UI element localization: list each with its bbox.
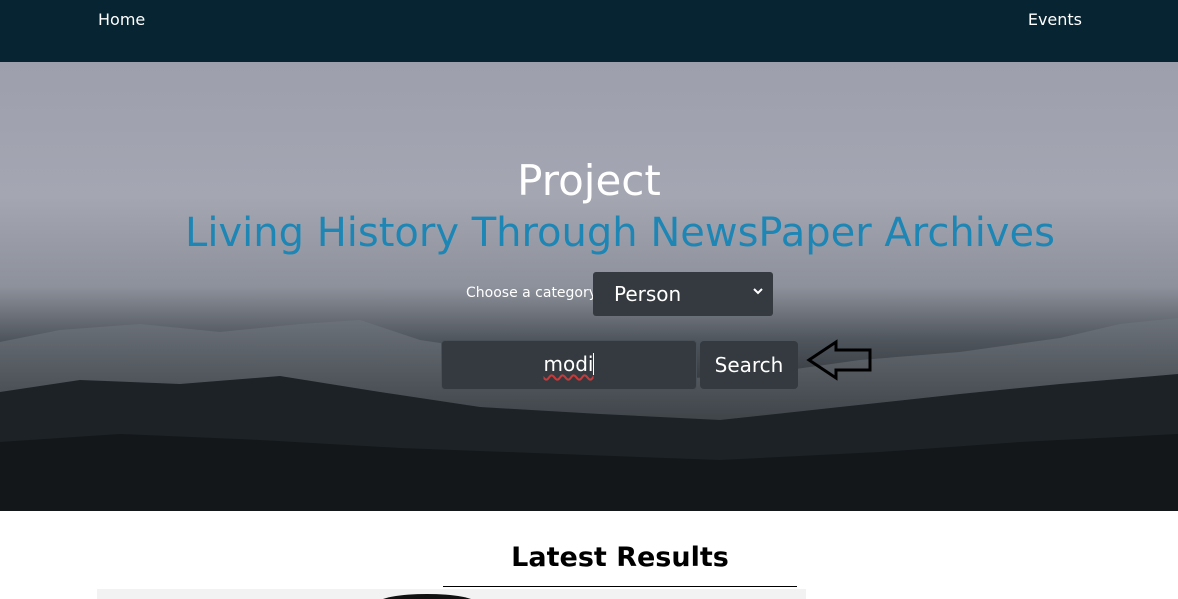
- search-button[interactable]: Search: [700, 341, 798, 389]
- category-select[interactable]: Person: [593, 272, 773, 316]
- category-selected-value: Person: [614, 282, 682, 306]
- text-caret: [593, 353, 595, 375]
- nav-link-home[interactable]: Home: [98, 10, 145, 29]
- top-navigation-bar: Home Events: [0, 0, 1178, 62]
- hero-title: Project: [517, 156, 661, 205]
- category-row: Choose a category: Person: [466, 272, 786, 316]
- arrow-left-icon: [806, 339, 872, 381]
- hero-banner: Project Living History Through NewsPaper…: [0, 62, 1178, 511]
- latest-results-heading: Latest Results: [511, 542, 729, 573]
- chevron-down-icon: [753, 288, 763, 295]
- nav-link-events[interactable]: Events: [1028, 10, 1082, 29]
- hero-subtitle: Living History Through NewsPaper Archive…: [185, 210, 1055, 256]
- search-input[interactable]: modi: [441, 340, 697, 390]
- heading-divider: [443, 586, 797, 587]
- search-input-value: modi: [543, 352, 594, 376]
- category-label: Choose a category:: [466, 285, 601, 301]
